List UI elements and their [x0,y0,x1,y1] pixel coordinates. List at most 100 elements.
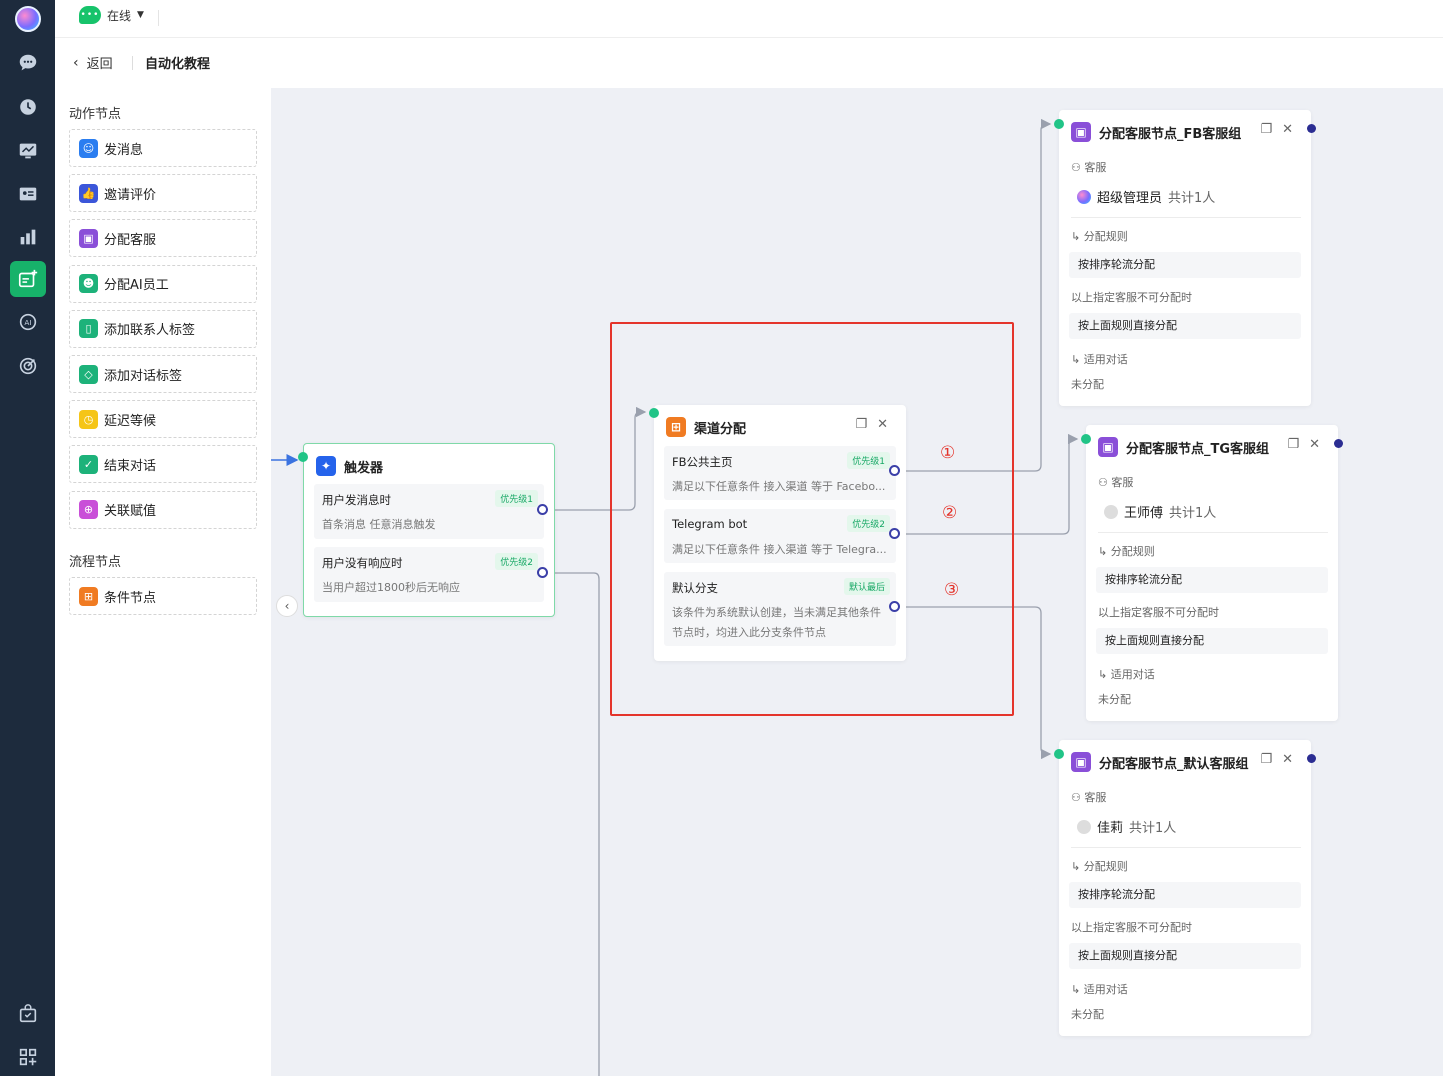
agent-count: 共计1人 [1129,821,1177,836]
rule-label: ↳ 分配规则 [1071,858,1128,874]
close-icon[interactable]: ✕ [1282,122,1293,137]
input-port[interactable] [1054,119,1064,129]
divider [158,10,159,26]
node-actions: ❐ ✕ [1260,752,1293,767]
palette-item-label: 添加对话标签 [104,368,183,384]
trigger-node[interactable]: ✦ 触发器 用户发消息时 优先级1 首条消息 任意消息触发 用户没有响应时 优先… [303,443,555,617]
agent-label: ⚇ 客服 [1071,159,1106,175]
assign-agent-node[interactable]: ▣ 分配客服节点_FB客服组 ❐ ✕ ⚇ 客服 超级管理员 共计1人 ↳ 分配规… [1059,110,1311,406]
fallback-value: 按上面规则直接分配 [1069,313,1301,339]
arrow-icon: ↳ [1071,353,1084,366]
agent-label: ⚇ 客服 [1071,789,1106,805]
agent-card-icon: ▣ [1098,437,1118,457]
palette-item[interactable]: ⊕ 关联赋值 [69,490,257,529]
top-bar: ••• 在线 ▼ [55,0,1443,38]
input-port[interactable] [298,452,308,462]
copy-icon[interactable]: ❐ [1260,752,1272,767]
agent-card-icon: ▣ [1071,752,1091,772]
annotation-2: ② [942,503,958,523]
palette-item-label: 邀请评价 [104,187,157,203]
status-selector[interactable]: ••• 在线 ▼ [79,6,144,24]
output-port[interactable] [537,567,548,578]
fallback-note: 以上指定客服不可分配时 [1071,291,1192,304]
palette-item[interactable]: ✓ 结束对话 [69,445,257,484]
arrow-icon: ↳ [1098,668,1111,681]
trigger-condition-row[interactable]: 用户发消息时 优先级1 首条消息 任意消息触发 [314,484,544,539]
palette-item[interactable]: ▯ 添加联系人标签 [69,309,257,348]
thumbs-up-icon: 👍 [79,183,98,203]
target-icon[interactable] [10,348,46,384]
stats-icon[interactable] [10,219,46,255]
svg-text:AI: AI [24,318,31,327]
node-title: 分配客服节点_默认客服组 [1099,756,1249,772]
agent-card-icon: ▣ [1071,122,1091,142]
apply-label: ↳ 适用对话 [1071,981,1128,997]
priority-badge: 优先级2 [495,553,538,570]
apply-label: ↳ 适用对话 [1098,666,1155,682]
palette-item-label: 条件节点 [104,590,157,606]
node-palette: 动作节点 ☺ 发消息 👍 邀请评价 ▣ 分配客服 ☻ 分配AI员工 ▯ 添加联系人标签 ◇ 添加对话标… [55,88,271,1076]
agent-label-text: 客服 [1084,791,1107,804]
palette-item-label: 关联赋值 [104,504,157,520]
online-chat-icon: ••• [79,6,101,24]
palette-item[interactable]: ☺ 发消息 [69,129,257,167]
palette-item[interactable]: ☻ 分配AI员工 [69,264,257,303]
node-title: 分配客服节点_TG客服组 [1126,441,1270,457]
annotation-3: ③ [944,580,960,600]
palette-item[interactable]: ◷ 延迟等候 [69,400,257,439]
close-icon[interactable]: ✕ [1282,752,1293,767]
copy-icon[interactable]: ❐ [1260,122,1272,137]
node-actions: ❐ ✕ [1260,122,1293,137]
input-port[interactable] [1081,434,1091,444]
ai-icon[interactable]: AI [10,304,46,340]
bag-icon[interactable] [10,996,46,1032]
output-port[interactable] [1307,124,1316,133]
agent-name: 佳莉 [1097,821,1124,836]
back-label: 返回 [86,57,113,72]
assign-agent-node[interactable]: ▣ 分配客服节点_默认客服组 ❐ ✕ ⚇ 客服 佳莉 共计1人 ↳ 分配规则 按… [1059,740,1311,1036]
palette-item[interactable]: ◇ 添加对话标签 [69,355,257,393]
chevron-down-icon: ▼ [137,10,144,20]
output-port[interactable] [537,504,548,515]
page-title: 自动化教程 [145,57,211,72]
output-port[interactable] [1334,439,1343,448]
chat-icon[interactable] [10,45,46,81]
link-icon: ⊕ [79,500,98,520]
back-button[interactable]: ‹ 返回 [73,53,113,73]
arrow-icon: ↳ [1071,230,1084,243]
output-port[interactable] [1307,754,1316,763]
input-port[interactable] [1054,749,1064,759]
rule-label: ↳ 分配规则 [1098,543,1155,559]
agent-value: 王师傅 共计1人 [1104,502,1216,521]
collapse-palette-button[interactable]: ‹ [276,595,298,617]
fallback-value: 按上面规则直接分配 [1096,628,1328,654]
app-logo[interactable] [15,6,41,32]
rule-value: 按排序轮流分配 [1096,567,1328,593]
palette-item[interactable]: 👍 邀请评价 [69,174,257,213]
trigger-condition-row[interactable]: 用户没有响应时 优先级2 当用户超过1800秒后无响应 [314,547,544,602]
row-title: 用户没有响应时 [322,556,403,570]
rule-label: ↳ 分配规则 [1071,228,1128,244]
node-header: ▣ 分配客服节点_TG客服组 [1098,437,1269,457]
tag-icon: ◇ [79,364,98,384]
palette-item[interactable]: ▣ 分配客服 [69,219,257,258]
copy-icon[interactable]: ❐ [1287,437,1299,452]
agent-label: ⚇ 客服 [1098,474,1133,490]
palette-item[interactable]: ⊞ 条件节点 [69,577,257,615]
flow-canvas[interactable]: ‹ ✦ 触发器 用户发消息时 优先级1 首条消息 任意消息触发 用户没有响应时 … [271,88,1443,1076]
flow-nodes-title: 流程节点 [69,555,122,570]
monitor-icon[interactable] [10,133,46,169]
assign-agent-node[interactable]: ▣ 分配客服节点_TG客服组 ❐ ✕ ⚇ 客服 王师傅 共计1人 ↳ 分配规则 … [1086,425,1338,721]
palette-item-label: 添加联系人标签 [104,323,196,339]
apply-value: 未分配 [1098,693,1131,706]
node-actions: ❐ ✕ [1287,437,1320,452]
automation-icon[interactable] [10,261,46,297]
apply-value: 未分配 [1071,1008,1104,1021]
apps-icon[interactable] [10,1039,46,1075]
fallback-value: 按上面规则直接分配 [1069,943,1301,969]
contacts-icon[interactable] [10,176,46,212]
conversation-icon[interactable] [10,89,46,125]
rule-value: 按排序轮流分配 [1069,252,1301,278]
close-icon[interactable]: ✕ [1309,437,1320,452]
arrow-icon: ↳ [1071,983,1084,996]
